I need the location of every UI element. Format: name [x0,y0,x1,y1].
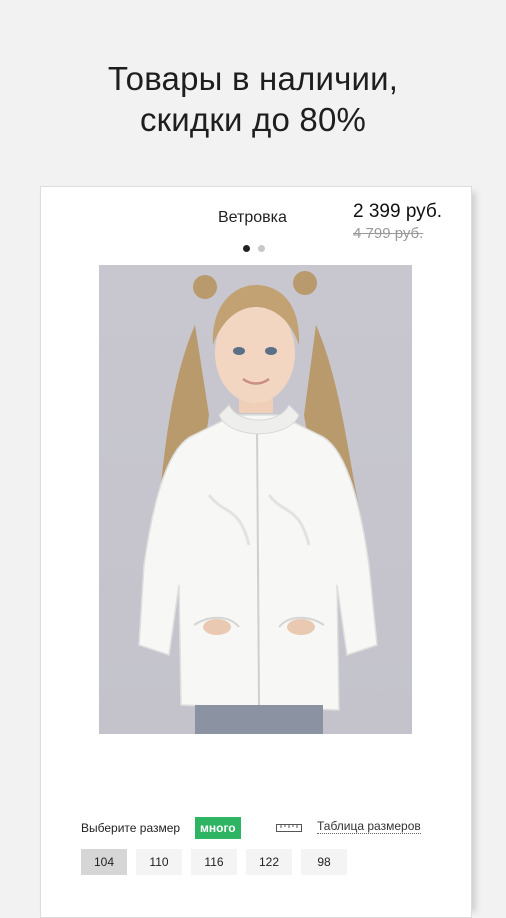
size-options: 104 110 116 122 98 [81,849,347,875]
size-selector-label: Выберите размер [81,821,181,835]
size-option-110[interactable]: 110 [136,849,182,875]
size-chart-link[interactable]: Таблица размеров [317,819,421,834]
product-photo-illustration [138,271,378,734]
size-selector-row: Выберите размер много Таблица размеров [81,817,471,839]
promo-headline-line2: скидки до 80% [139,101,367,138]
size-option-98[interactable]: 98 [301,849,347,875]
product-card: Ветровка 2 399 руб. 4 799 руб. Выберите … [40,186,472,918]
ruler-icon [276,824,302,832]
size-option-104[interactable]: 104 [81,849,127,875]
carousel-dot-1[interactable] [243,245,250,252]
stock-badge: много [195,817,241,839]
product-title: Ветровка [218,209,287,226]
carousel-indicator [243,245,265,252]
carousel-dot-2[interactable] [258,245,265,252]
product-price: 2 399 руб. [353,201,443,222]
product-old-price: 4 799 руб. [353,225,424,242]
promo-headline-line1: Товары в наличии, [107,60,399,97]
product-photo[interactable] [99,265,412,734]
size-option-116[interactable]: 116 [191,849,237,875]
promo-headline: Товары в наличии, скидки до 80% [0,58,506,140]
size-option-122[interactable]: 122 [246,849,292,875]
